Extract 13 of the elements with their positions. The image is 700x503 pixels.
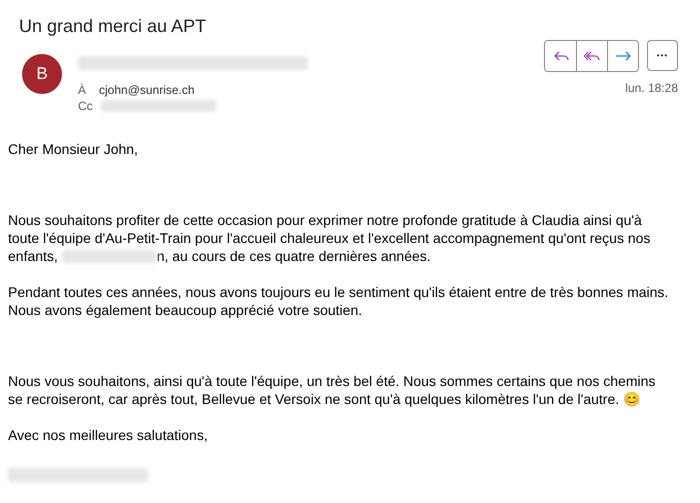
- more-button[interactable]: •••: [647, 40, 678, 71]
- paragraph: Nous vous souhaitons, ainsi qu'à toute l'équipe, un très bel été. Nous sommes certains que nos chemins se recroiseront, car après tout, Bellevue et Versoix ne sont qu'à quelques kilomètres l'un de l'autre. 😊: [8, 372, 656, 408]
- recipient-address: cjohn@sunrise.ch: [99, 82, 195, 98]
- paragraph: Pendant toutes ces années, nous avons toujours eu le sentiment qu'ils étaient entre de très bonnes mains. Nous avons également beaucoup apprécié votre soutien.: [8, 283, 670, 319]
- email-subject: Un grand merci au APT: [19, 15, 208, 38]
- recipient-label: Cc: [78, 98, 93, 114]
- paragraph: Avec nos meilleures salutations,: [8, 426, 209, 444]
- forward-button[interactable]: [607, 41, 638, 71]
- recipient-label: À: [78, 82, 88, 98]
- date: lun. 18:28: [625, 80, 678, 96]
- avatar: B: [22, 54, 62, 94]
- paragraph: Nous souhaitons profiter de cette occasion pour exprimer notre profonde gratitude à Claudia ainsi qu'à toute l'équipe d'Au-Petit-Train pour l'accueil chaleureux et l'excellent accompagnement qu'ont reçus nos enfants, n, au cours de ces quatre dernières années.: [8, 211, 652, 265]
- paragraph: Cher Monsieur John,: [8, 140, 139, 158]
